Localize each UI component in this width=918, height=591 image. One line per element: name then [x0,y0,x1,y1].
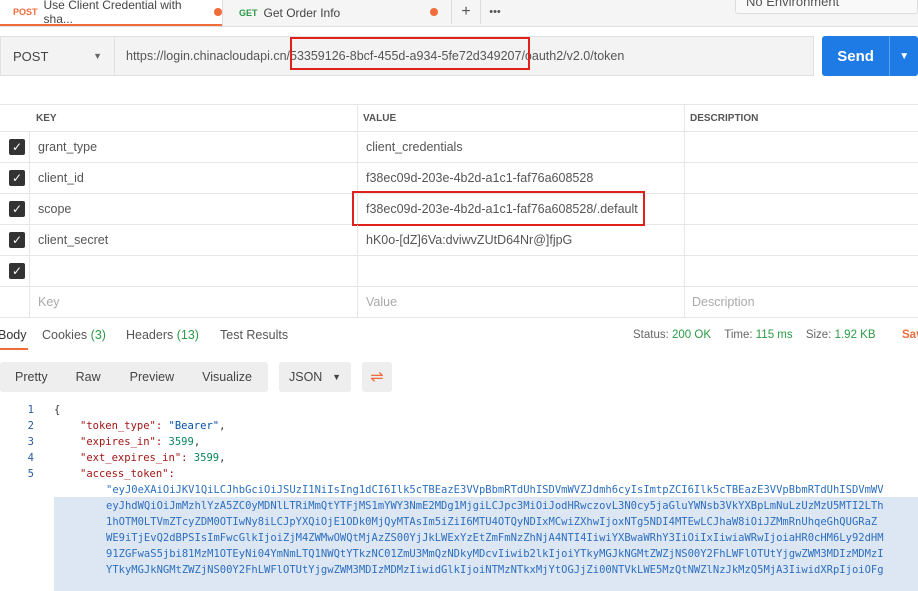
json-number: 3599 [193,452,220,464]
status-label: Status: [633,329,669,341]
format-pretty[interactable]: Pretty [0,370,48,384]
param-key[interactable]: grant_type [38,132,97,162]
method-label: POST [13,48,49,64]
json-key: "token_type": [80,420,163,432]
response-tab-test-results[interactable]: Test Results [220,328,288,342]
response-tab-cookies[interactable]: Cookies (3) [42,328,106,342]
value-header: VALUE [363,112,397,124]
json-key-access-token: "access_token": [80,468,175,480]
param-value[interactable]: client_credentials [366,132,463,162]
json-line-ext-expires-in: "ext_expires_in": 3599, [80,452,226,464]
json-line-expires-in: "expires_in": 3599, [80,436,201,448]
format-raw[interactable]: Raw [48,370,101,384]
size-value: 1.92 KB [834,329,876,341]
line-number: 4 [27,452,34,464]
url-prefix: https://login.chinacloudapi.cn/ [126,49,290,63]
checkbox-checked-icon[interactable]: ✓ [9,232,25,248]
description-placeholder[interactable]: Description [692,287,755,317]
headers-label: Headers [126,328,174,342]
key-header: KEY [36,112,57,124]
access-token-line: WE9iTjEvQ2dBPSIsImFwcGlkIjoiZjM4ZWMwOWQt… [106,532,884,544]
param-row: ✓ grant_type client_credentials [0,132,918,163]
add-tab-button[interactable]: + [451,0,480,24]
environment-select[interactable]: No Environment [735,0,918,14]
line-number: 3 [27,436,34,448]
param-key[interactable]: client_id [38,163,84,193]
format-select[interactable]: JSON ▼ [279,362,351,392]
json-key: "ext_expires_in": [80,452,188,464]
tab-use-client-credential[interactable]: POST Use Client Credential with sha... [0,0,222,26]
more-tabs-button[interactable]: ••• [480,0,509,24]
response-meta: Status: 200 OK Time: 115 ms Size: 1.92 K… [633,329,876,341]
format-visualize[interactable]: Visualize [174,370,252,384]
time-label: Time: [724,329,753,341]
headers-count: (13) [176,328,199,342]
tab-method-get: GET [239,8,258,18]
line-number: 5 [27,468,34,480]
format-select-value: JSON [289,370,323,384]
access-token-line: 1hOTM0LTVmZTcyZDM0OTIwNy8iLCJpYXQiOjE1OD… [106,516,878,528]
tenant-id-highlight [290,37,530,70]
send-button[interactable]: Send ▼ [822,36,918,76]
status-value: 200 OK [672,329,712,341]
param-value[interactable]: hK0o-[dZ]6Va:dviwvZUtD64Nr@]fjpG [366,225,572,255]
send-label: Send [837,47,874,65]
tab-method-post: POST [13,7,38,17]
param-row: ✓ [0,256,918,287]
checkbox-checked-icon[interactable]: ✓ [9,139,25,155]
unsaved-dot-icon [214,8,222,16]
chevron-down-icon: ▼ [332,372,341,382]
param-row-placeholder: Key Value Description [0,287,918,318]
size-label: Size: [805,329,832,341]
unsaved-dot-icon [430,8,438,16]
checkbox-checked-icon[interactable]: ✓ [9,170,25,186]
line-number: 2 [27,420,34,432]
json-line-token-type: "token_type": "Bearer", [80,420,226,432]
response-tab-body[interactable]: Body [0,328,27,342]
url-suffix: /oauth2/v2.0/token [521,49,625,63]
param-row: ✓ client_secret hK0o-[dZ]6Va:dviwvZUtD64… [0,225,918,256]
access-token-line: eyJhdWQiOiJmMzhlYzA5ZC0yMDNlLTRiMmQtYTFj… [106,500,884,512]
json-number: 3599 [168,436,194,448]
param-key[interactable]: scope [38,194,71,224]
access-token-line: YTkyMGJkNGMtZWZjNS00Y2FhLWFlOTUtYjgwZWM3… [106,564,884,576]
chevron-down-icon: ▼ [93,51,102,61]
wrap-lines-icon[interactable]: ⇌ [362,362,392,392]
access-token-line: "eyJ0eXAiOiJKV1QiLCJhbGciOiJSUzI1NiIsIng… [106,484,884,496]
scope-highlight [352,191,645,226]
value-placeholder[interactable]: Value [366,287,397,317]
json-open-brace: { [54,404,61,416]
checkbox-checked-icon[interactable]: ✓ [9,201,25,217]
format-tabs: Pretty Raw Preview Visualize [0,362,268,392]
json-string: "Bearer" [168,420,220,432]
send-dropdown-icon[interactable]: ▼ [889,36,918,76]
active-tab-indicator [0,348,28,350]
cookies-count: (3) [90,328,106,342]
description-header: DESCRIPTION [690,112,759,124]
tab-title: Get Order Info [263,6,341,20]
format-preview[interactable]: Preview [101,370,174,384]
cookies-label: Cookies [42,328,88,342]
params-header: KEY VALUE DESCRIPTION [0,104,918,132]
save-response-button[interactable]: Sav [902,329,918,341]
param-row: ✓ client_id f38ec09d-203e-4b2d-a1c1-faf7… [0,163,918,194]
time-value: 115 ms [755,329,793,341]
tab-get-order-info[interactable]: GET Get Order Info [222,0,448,26]
json-key: "expires_in": [80,436,163,448]
param-key[interactable]: client_secret [38,225,108,255]
tab-title: Use Client Credential with sha... [43,0,182,26]
checkbox-checked-icon[interactable]: ✓ [9,263,25,279]
param-value[interactable]: f38ec09d-203e-4b2d-a1c1-faf76a608528 [366,163,593,193]
response-tab-headers[interactable]: Headers (13) [126,328,199,342]
key-placeholder[interactable]: Key [38,287,60,317]
line-number: 1 [27,404,34,416]
access-token-line: 91ZGFwaS5jbi81MzM1OTEyNi04YmNmLTQ1NWQtYT… [106,548,884,560]
method-select[interactable]: POST ▼ [0,36,115,76]
